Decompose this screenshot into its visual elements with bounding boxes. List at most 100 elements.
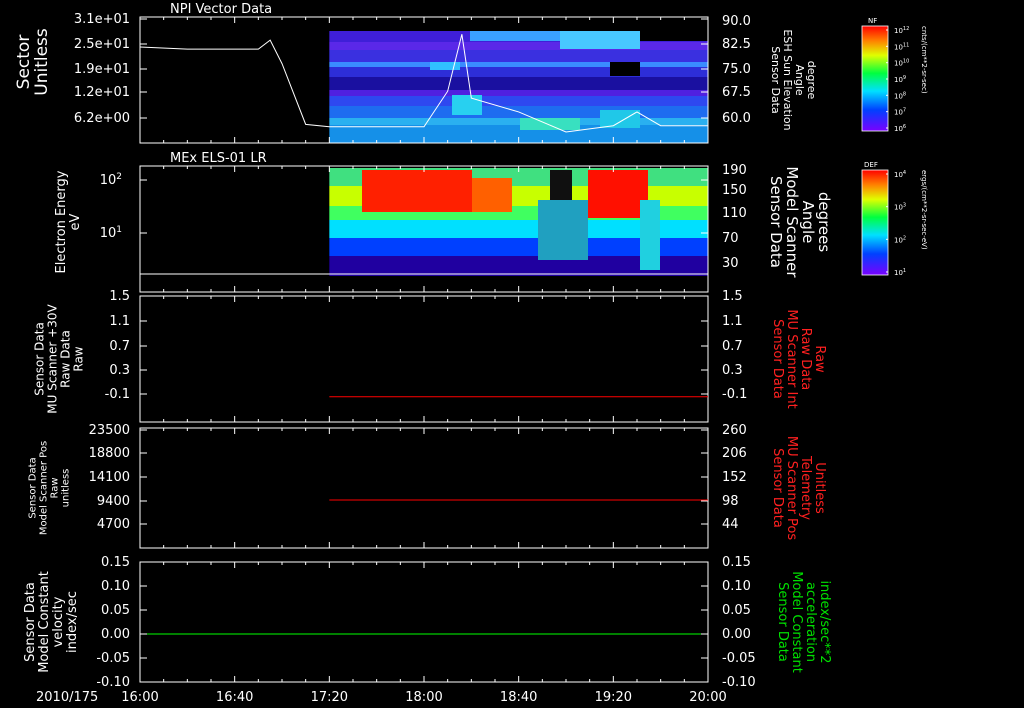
panel2-y2-tick-label: 150 — [722, 183, 747, 198]
time-tick-label: 20:00 — [689, 690, 726, 705]
panel3-y2-tick-label: 0.3 — [722, 363, 743, 378]
panel2-y2label-line: Sensor Data — [767, 176, 785, 268]
colorbar-tick-exp: 2 — [903, 235, 906, 241]
panel3-y2-tick-label: -0.1 — [722, 387, 747, 402]
panel1-y2-ticks: 90.0 82.5 75.0 67.5 60.0 — [722, 14, 751, 126]
heatmap-band — [329, 118, 708, 125]
colorbar-tick-label: 109 — [894, 75, 906, 84]
panel1-y-tick-label: 3.1e+01 — [74, 12, 130, 27]
panel3-ylabel-line: Raw — [72, 346, 86, 371]
panel2-y2label-line: degrees — [815, 192, 833, 253]
panel4-y-tick-label: 23500 — [89, 423, 130, 438]
panel3-y-tick-label: 0.7 — [109, 339, 130, 354]
colorbar-tick-exp: 8 — [903, 91, 906, 97]
panel5-ylabel-line: Sensor Data — [23, 582, 38, 662]
panel3-ylabel-line: MU Scanner +30V — [46, 304, 60, 414]
panel4-y-tick-label: 9400 — [97, 494, 130, 509]
panel4-ylabel-line: unitless — [61, 469, 72, 508]
colorbar-tick-label: 1012 — [894, 26, 909, 35]
panel2-y-label: Electron Energy eV — [54, 170, 83, 273]
heatmap-band — [329, 42, 708, 50]
panel4-ylabel-line: Raw — [50, 477, 61, 498]
heatmap-block — [470, 31, 560, 41]
panel5-ylabel-line: Model Constant — [37, 571, 52, 673]
panel1-y-tick-label: 6.2e+00 — [74, 111, 130, 126]
panel1-heatmap — [329, 31, 708, 143]
heatmap-block — [640, 200, 660, 270]
colorbar-tick-exp: 11 — [903, 42, 909, 48]
panel3-ylabel-line: Raw Data — [59, 330, 73, 388]
panel5-y2label-line: Model Constant — [789, 571, 804, 673]
colorbar-tick-exp: 7 — [903, 108, 906, 114]
heatmap-block — [610, 62, 640, 76]
panel4-ylabel-line: Model Scanner Pos — [39, 441, 50, 535]
panel4-frame — [139, 427, 709, 549]
colorbar-tick-label: 108 — [894, 91, 906, 100]
panel1-y-tick-label: 2.5e+01 — [74, 37, 130, 52]
panel3-y2-tick-label: 1.1 — [722, 314, 743, 329]
time-tick-label: 17:20 — [311, 690, 348, 705]
heatmap-band — [329, 67, 708, 77]
panel2-ylabel-line: eV — [68, 213, 83, 230]
time-tick-label: 19:20 — [595, 690, 632, 705]
heatmap-block — [538, 200, 588, 260]
panel2-y-tick-label: 102 — [100, 172, 122, 188]
panel1-y2-label: Sensor Data ESH Sun Elevation Angle degree — [769, 29, 818, 130]
panel1-title: NPI Vector Data — [170, 2, 272, 17]
panel4-y-tick-label: 4700 — [97, 517, 130, 532]
panel5-y-tick-label: -0.10 — [96, 675, 130, 690]
panel2-y2-tick-label: 110 — [722, 206, 747, 221]
panel4-y2label-line: MU Scanner Pos — [784, 436, 799, 541]
heatmap-band — [329, 90, 708, 96]
panel3-frame — [139, 295, 709, 423]
panel3-y2label-line: MU Scanner Int — [784, 309, 799, 408]
panel3-y-tick-label: 1.1 — [109, 314, 130, 329]
colorbar-tick-label: 101 — [894, 268, 906, 277]
heatmap-block — [520, 118, 580, 130]
panel3-y-tick-label: 1.5 — [109, 289, 130, 304]
panel4-y2-tick-label: 98 — [722, 494, 739, 509]
panel4-y2-tick-label: 260 — [722, 423, 747, 438]
panel4-y2-tick-label: 206 — [722, 446, 747, 461]
figure: NPI Vector Data 3.1e+01 2.5e+01 1.9e+01 1.2… — [14, 2, 928, 705]
heatmap-block — [600, 110, 640, 128]
colorbar-tick-label: 106 — [894, 124, 906, 133]
colorbar-tick-label: 1011 — [894, 42, 909, 51]
panel4-y2label-line: Sensor Data — [770, 448, 785, 528]
colorbar-nf: NF 101210111010109108107106 cnts/(cm**2-… — [861, 17, 928, 133]
panel1-y2label-line: Sensor Data — [769, 46, 782, 113]
panel4-y2label-line: Telemetry — [798, 455, 813, 520]
date-label: 2010/175 — [36, 690, 98, 705]
panel5-y-tick-label: 0.00 — [101, 627, 130, 642]
panel2-y-tick-exp: 1 — [116, 225, 122, 235]
panel3-y2-tick-label: 0.7 — [722, 339, 743, 354]
panel4-y2label-line: Unitless — [812, 462, 827, 514]
panel2-heatmap — [329, 168, 708, 276]
panel4-y2-tick-label: 44 — [722, 517, 739, 532]
panel2-y2label-line: Model Scanner — [783, 166, 801, 278]
heatmap-block — [452, 95, 482, 115]
panel2-y2-tick-label: 70 — [722, 231, 739, 246]
panel5-frame — [139, 561, 709, 683]
panel5-y2label-line: Sensor Data — [775, 582, 790, 662]
colorbar-tick-exp: 9 — [903, 75, 906, 81]
heatmap-band — [329, 77, 708, 90]
panel2-y2-label: Sensor DataModel ScannerAngledegrees — [767, 166, 833, 278]
panel4-y-tick-label: 14100 — [89, 470, 130, 485]
panel3-ylabel-line: Sensor Data — [33, 322, 47, 396]
panel1-y2-tick-label: 75.0 — [722, 62, 751, 77]
panel3-y2-tick-label: 1.5 — [722, 289, 743, 304]
colorbar-tick-exp: 10 — [903, 59, 909, 65]
panel1-y2-tick-label: 60.0 — [722, 111, 751, 126]
panel5-y2-tick-label: 0.00 — [722, 627, 751, 642]
colorbar-tick-exp: 1 — [903, 268, 906, 274]
time-tick-label: 18:40 — [500, 690, 537, 705]
panel3-y2label-line: Raw — [812, 345, 827, 373]
colorbar-tick-exp: 12 — [903, 26, 909, 32]
panel1-ylabel-line: Unitless — [32, 28, 52, 96]
panel5-y-tick-label: 0.15 — [101, 555, 130, 570]
panel5-y2-tick-label: -0.05 — [722, 651, 756, 666]
heatmap-block — [362, 170, 472, 212]
panel2-y2-tick-label: 30 — [722, 256, 739, 271]
heatmap-band — [329, 50, 708, 62]
